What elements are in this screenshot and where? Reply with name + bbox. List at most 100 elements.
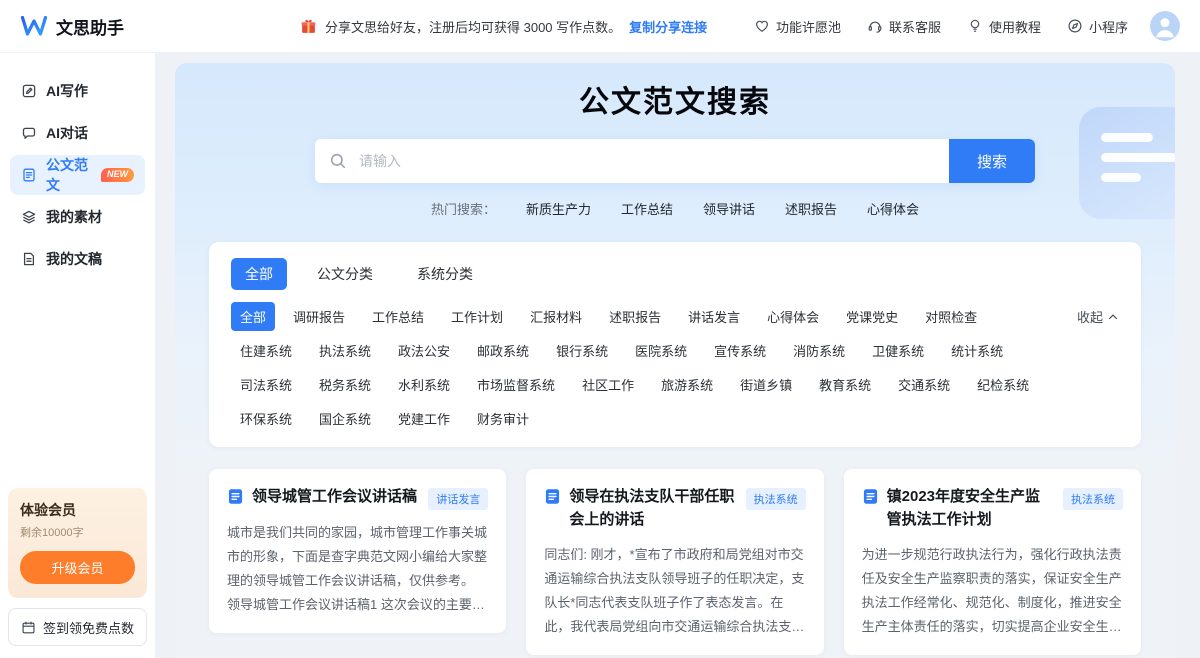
result-card[interactable]: 领导在执法支队干部任职会上的讲话 执法系统 同志们: 刚才，*宣布了市政府和局党… [526,469,823,655]
membership-level: 体验会员 [20,500,135,520]
header-nav-label: 使用教程 [989,17,1041,36]
checkin-button[interactable]: 签到领免费点数 [8,608,147,646]
sidebar: AI写作 AI对话 公文范文 NEW 我的素材 [0,53,155,658]
share-promo: 分享文思给好友，注册后均可获得 3000 写作点数。 复制分享连接 [300,17,707,36]
gift-icon [300,18,317,35]
filter-tab[interactable]: 公文分类 [303,258,387,290]
header-nav-item[interactable]: 联系客服 [867,17,941,36]
sidebar-item[interactable]: AI写作 [10,71,145,111]
result-card[interactable]: 镇2023年度安全生产监管执法工作计划 执法系统 为进一步规范行政执法行为，强化… [844,469,1141,655]
filter-tag[interactable]: 水利系统 [389,370,459,399]
filter-tag[interactable]: 住建系统 [231,336,301,365]
sidebar-item[interactable]: 我的文稿 [10,239,145,279]
filter-tag[interactable]: 对照检查 [916,302,986,331]
filter-tag[interactable]: 党建工作 [389,404,459,433]
result-title[interactable]: 镇2023年度安全生产监管执法工作计划 [887,485,1055,532]
hot-search-item[interactable]: 述职报告 [785,199,837,218]
filter-tag[interactable]: 工作计划 [442,302,512,331]
filter-tag[interactable]: 医院系统 [626,336,696,365]
hot-search-item[interactable]: 工作总结 [621,199,673,218]
result-category-badge: 执法系统 [746,488,806,510]
filter-tag[interactable]: 执法系统 [310,336,380,365]
filter-tag[interactable]: 工作总结 [363,302,433,331]
hot-search-item[interactable]: 心得体会 [867,199,919,218]
copy-share-link[interactable]: 复制分享连接 [629,17,707,36]
sidebar-item[interactable]: 我的素材 [10,197,145,237]
filter-tag[interactable]: 统计系统 [942,336,1012,365]
filter-tag[interactable]: 教育系统 [810,370,880,399]
lamp-icon [967,18,983,34]
chat-icon [21,125,37,141]
header-nav-label: 联系客服 [889,17,941,36]
content-panel: 公文范文搜索 搜索 热门搜索： 新质生产力 [175,63,1175,658]
sidebar-menu: AI写作 AI对话 公文范文 NEW 我的素材 [0,69,155,281]
result-title[interactable]: 领导在执法支队干部任职会上的讲话 [569,485,737,532]
result-card[interactable]: 领导城管工作会议讲话稿 讲话发言 城市是我们共同的家园，城市管理工作事关城市的形… [209,469,506,633]
search-button[interactable]: 搜索 [949,139,1035,183]
filter-tag[interactable]: 党课党史 [837,302,907,331]
result-excerpt: 同志们: 刚才，*宣布了市政府和局党组对市交通运输综合执法支队领导班子的任职决定… [544,543,805,639]
new-badge: NEW [101,168,134,182]
write-icon [21,83,37,99]
search-hero: 公文范文搜索 搜索 热门搜索： 新质生产力 [175,63,1175,218]
document-icon [227,488,244,505]
sidebar-item-label: AI写作 [46,81,88,101]
result-title[interactable]: 领导城管工作会议讲话稿 [252,485,420,508]
filter-tag[interactable]: 银行系统 [547,336,617,365]
filter-tag[interactable]: 环保系统 [231,404,301,433]
hot-search-row: 热门搜索： 新质生产力 工作总结 领导讲话 述职报告 心得体会 [175,199,1175,218]
result-card-head: 领导城管工作会议讲话稿 讲话发言 [227,485,488,510]
document-icon [21,167,37,183]
header-nav-item[interactable]: 功能许愿池 [754,17,841,36]
filter-tag[interactable]: 讲话发言 [679,302,749,331]
filter-tag[interactable]: 街道乡镇 [731,370,801,399]
main-content: 公文范文搜索 搜索 热门搜索： 新质生产力 [155,53,1200,658]
filter-tag[interactable]: 政法公安 [389,336,459,365]
search-input[interactable] [315,139,1035,183]
upgrade-member-button[interactable]: 升级会员 [20,551,135,584]
result-category-badge: 讲话发言 [428,488,488,510]
filter-tag[interactable]: 市场监督系统 [468,370,564,399]
header-nav-label: 小程序 [1089,17,1128,36]
filter-tag[interactable]: 旅游系统 [652,370,722,399]
collapse-control[interactable]: 收起 [1077,307,1119,326]
filter-tag[interactable]: 税务系统 [310,370,380,399]
filter-tag[interactable]: 汇报材料 [521,302,591,331]
user-avatar[interactable] [1150,11,1180,41]
collapse-label: 收起 [1077,307,1103,326]
calendar-icon [21,620,36,635]
app-logo[interactable]: 文思助手 [20,14,160,39]
filter-tag[interactable]: 纪检系统 [968,370,1038,399]
filter-tag[interactable]: 消防系统 [784,336,854,365]
filter-tag[interactable]: 调研报告 [284,302,354,331]
filter-tags-area: 全部 调研报告 工作总结 工作计划 汇报材料 述职报告 讲话发言 [231,302,1119,433]
filter-tag[interactable]: 宣传系统 [705,336,775,365]
filter-tag[interactable]: 交通系统 [889,370,959,399]
result-excerpt: 城市是我们共同的家园，城市管理工作事关城市的形象，下面是查字典范文网小编给大家整… [227,521,488,617]
search-icon [329,152,347,170]
search-bar: 搜索 [315,139,1035,183]
filter-tag[interactable]: 心得体会 [758,302,828,331]
header-nav-item[interactable]: 小程序 [1067,17,1128,36]
filter-tag[interactable]: 国企系统 [310,404,380,433]
filter-tag[interactable]: 述职报告 [600,302,670,331]
header: 文思助手 分享文思给好友，注册后均可获得 3000 写作点数。 复制分享连接 功… [0,0,1200,53]
filter-tag[interactable]: 卫健系统 [863,336,933,365]
sidebar-item[interactable]: AI对话 [10,113,145,153]
filter-tag[interactable]: 邮政系统 [468,336,538,365]
filter-tag[interactable]: 财务审计 [468,404,538,433]
hot-search-list: 新质生产力 工作总结 领导讲话 述职报告 心得体会 [526,199,919,218]
filter-tab[interactable]: 系统分类 [403,258,487,290]
hot-search-item[interactable]: 新质生产力 [526,199,591,218]
heart-icon [754,18,770,34]
filter-tag[interactable]: 社区工作 [573,370,643,399]
promo-text: 分享文思给好友，注册后均可获得 3000 写作点数。 [325,17,621,36]
filter-tab[interactable]: 全部 [231,258,287,290]
material-icon [21,209,37,225]
hot-search-item[interactable]: 领导讲话 [703,199,755,218]
header-nav-item[interactable]: 使用教程 [967,17,1041,36]
filter-tag[interactable]: 司法系统 [231,370,301,399]
miniprogram-icon [1067,18,1083,34]
sidebar-item[interactable]: 公文范文 NEW [10,155,145,195]
filter-tag[interactable]: 全部 [231,302,275,331]
